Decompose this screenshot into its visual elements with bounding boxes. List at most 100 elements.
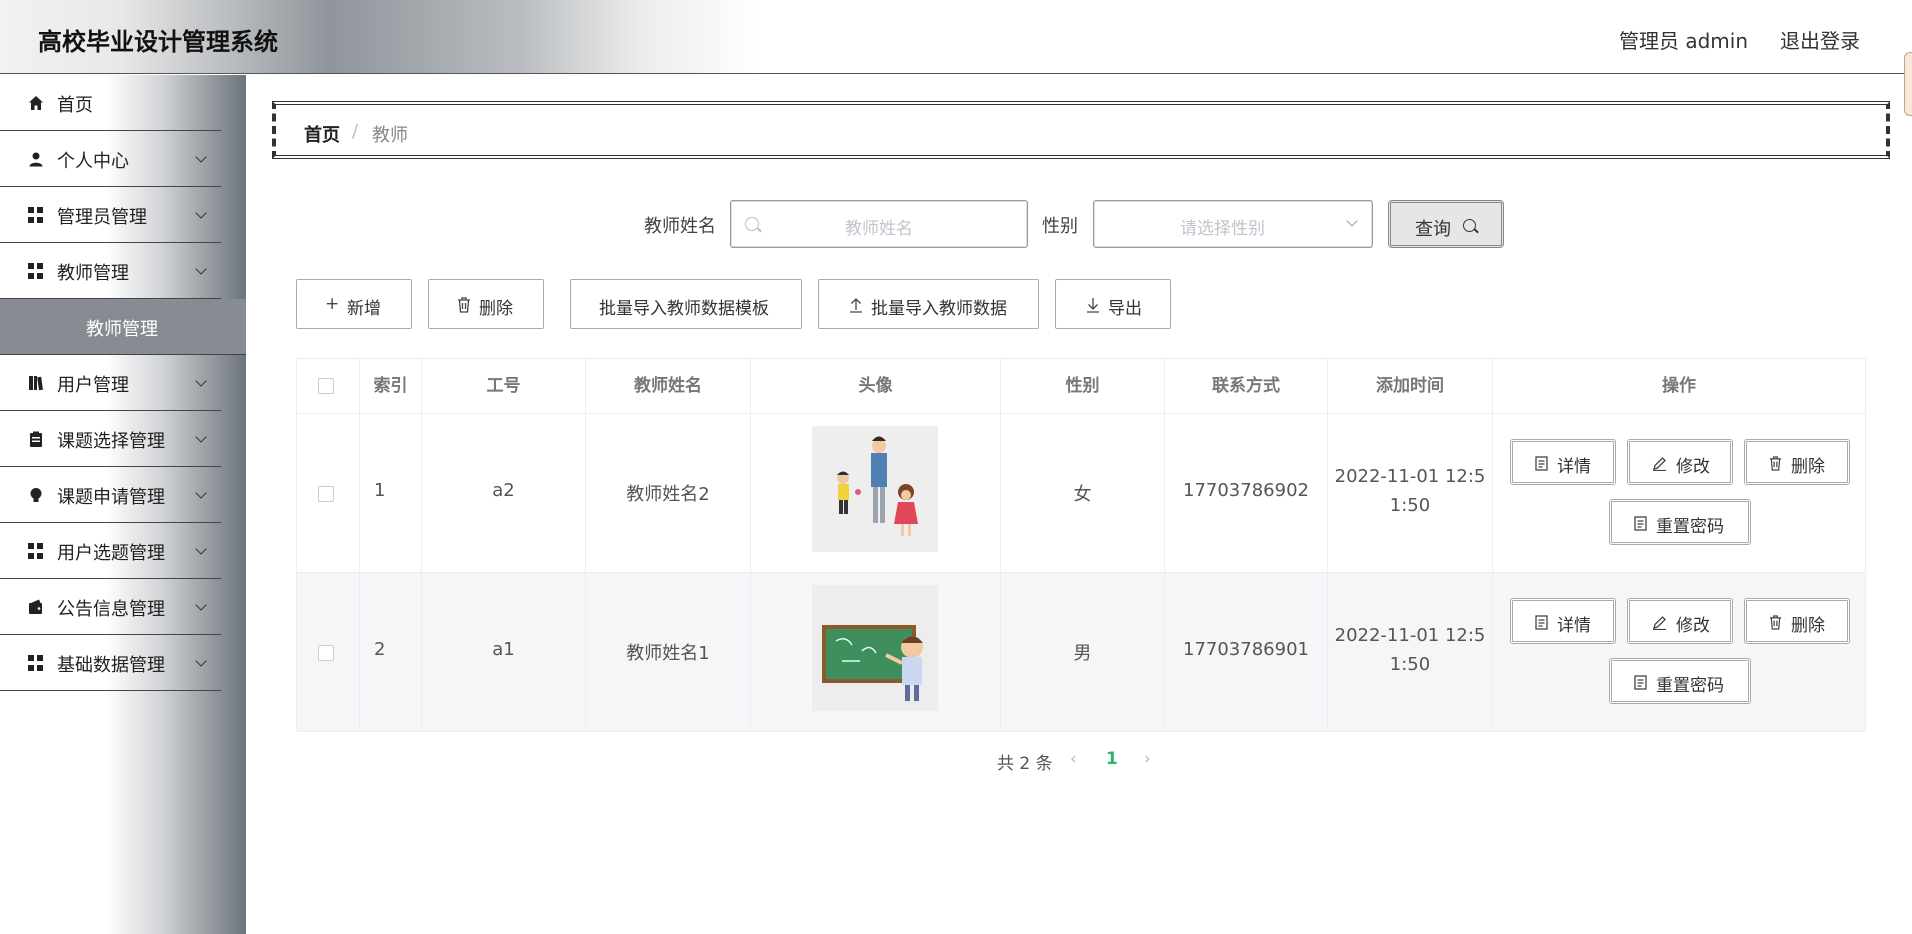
chevron-down-icon bbox=[195, 487, 207, 499]
sidebar-item-base-data[interactable]: 基础数据管理 bbox=[0, 635, 221, 691]
operations-cell: 详情 修改 删除 重置密码 bbox=[1493, 414, 1865, 573]
table-row: 1 a2 教师姓名2 女 17703786902 2022-11-01 12:5… bbox=[297, 414, 1865, 573]
row-checkbox[interactable] bbox=[318, 645, 334, 661]
chevron-down-icon bbox=[195, 431, 207, 443]
job-no-cell: a1 bbox=[422, 573, 586, 732]
prev-page-icon[interactable]: ‹ bbox=[1070, 749, 1077, 769]
gender-select[interactable]: 请选择性别 bbox=[1093, 200, 1373, 248]
gender-value: 男 bbox=[1073, 643, 1092, 664]
sidebar-item-user-topic[interactable]: 用户选题管理 bbox=[0, 523, 221, 579]
row-delete-button[interactable]: 删除 bbox=[1744, 598, 1850, 644]
row-select-cell bbox=[297, 414, 360, 573]
edit-button[interactable]: 修改 bbox=[1627, 598, 1733, 644]
current-user-label: 管理员 admin bbox=[1618, 29, 1748, 53]
sidebar-item-topic-selection[interactable]: 课题选择管理 bbox=[0, 411, 221, 467]
operations-cell: 详情 修改 删除 重置密码 bbox=[1493, 573, 1865, 732]
column-header: 联系方式 bbox=[1165, 359, 1328, 414]
sidebar-item-profile[interactable]: 个人中心 bbox=[0, 131, 221, 187]
index-value: 1 bbox=[374, 480, 386, 501]
batch-import-button[interactable]: 批量导入教师数据 bbox=[818, 279, 1039, 329]
chevron-down-icon bbox=[195, 375, 207, 387]
index-cell: 1 bbox=[360, 414, 422, 573]
job-no-cell: a2 bbox=[422, 414, 586, 573]
breadcrumb: 首页 / 教师 bbox=[272, 101, 1890, 159]
import-template-button-label: 批量导入教师数据模板 bbox=[599, 299, 769, 319]
wallet-icon bbox=[29, 599, 42, 614]
edit-button[interactable]: 修改 bbox=[1627, 439, 1733, 485]
delete-button[interactable]: 删除 bbox=[428, 279, 544, 329]
job-no-value: a2 bbox=[492, 480, 515, 501]
table-header: 索引 工号 教师姓名 头像 性别 联系方式 添加时间 操作 bbox=[297, 359, 1865, 414]
table-row: 2 a1 教师姓名1 男 17703786901 2022-11-01 12:5… bbox=[297, 573, 1865, 732]
sidebar-item-teacher[interactable]: 教师管理 bbox=[0, 243, 221, 299]
reset-password-button[interactable]: 重置密码 bbox=[1609, 658, 1751, 704]
column-header: 工号 bbox=[422, 359, 586, 414]
book-icon bbox=[29, 376, 43, 391]
export-button[interactable]: 导出 bbox=[1055, 279, 1171, 329]
submenu-item-teacher-management[interactable]: 教师管理 bbox=[0, 299, 246, 355]
column-header: 性别 bbox=[1001, 359, 1165, 414]
sidebar-item-label: 课题选择管理 bbox=[57, 431, 165, 452]
query-button[interactable]: 查询 bbox=[1388, 200, 1504, 248]
sidebar-item-label: 公告信息管理 bbox=[57, 599, 165, 620]
teacher-name-input[interactable]: 教师姓名 bbox=[730, 200, 1028, 248]
avatar-cell bbox=[751, 414, 1001, 573]
delete-button-label: 删除 bbox=[479, 299, 513, 319]
row-checkbox[interactable] bbox=[318, 486, 334, 502]
sidebar-item-home[interactable]: 首页 bbox=[0, 75, 221, 131]
gender-cell: 男 bbox=[1001, 573, 1165, 732]
teacher-with-children-image[interactable] bbox=[812, 426, 938, 552]
breadcrumb-separator: / bbox=[352, 121, 359, 142]
edit-button-label: 修改 bbox=[1676, 457, 1710, 477]
sidebar-item-label: 基础数据管理 bbox=[57, 655, 165, 676]
search-icon bbox=[1463, 219, 1476, 232]
chevron-down-icon bbox=[1346, 215, 1358, 227]
reset-password-button[interactable]: 重置密码 bbox=[1609, 499, 1751, 545]
sidebar-item-label: 首页 bbox=[57, 95, 93, 116]
gender-cell: 女 bbox=[1001, 414, 1165, 573]
select-all-cell bbox=[297, 359, 360, 414]
pencil-icon bbox=[1653, 457, 1666, 471]
sidebar-item-users[interactable]: 用户管理 bbox=[0, 355, 221, 411]
document-icon bbox=[1634, 516, 1647, 531]
bulb-icon bbox=[30, 488, 42, 502]
grid-icon bbox=[28, 543, 44, 559]
detail-button[interactable]: 详情 bbox=[1510, 439, 1616, 485]
page-number-current[interactable]: 1 bbox=[1106, 749, 1118, 769]
side-handle[interactable] bbox=[1904, 52, 1912, 116]
phone-value: 17703786902 bbox=[1183, 480, 1309, 501]
row-delete-button[interactable]: 删除 bbox=[1744, 439, 1850, 485]
teacher-name-placeholder: 教师姓名 bbox=[845, 219, 913, 239]
sidebar-item-announcements[interactable]: 公告信息管理 bbox=[0, 579, 221, 635]
index-cell: 2 bbox=[360, 573, 422, 732]
sidebar-menu: 首页 个人中心 管理员管理 教师管理 教师管理 用户管理 课题选择管理 课题申请… bbox=[0, 75, 246, 934]
gender-label: 性别 bbox=[1042, 216, 1078, 237]
import-template-button[interactable]: 批量导入教师数据模板 bbox=[570, 279, 802, 329]
query-button-label: 查询 bbox=[1415, 219, 1451, 240]
logout-link[interactable]: 退出登录 bbox=[1780, 25, 1860, 54]
gender-value: 女 bbox=[1073, 484, 1092, 505]
breadcrumb-home[interactable]: 首页 bbox=[304, 121, 340, 147]
sidebar-item-admin[interactable]: 管理员管理 bbox=[0, 187, 221, 243]
reset-password-button-label: 重置密码 bbox=[1656, 517, 1724, 537]
chevron-down-icon bbox=[195, 599, 207, 611]
sidebar-item-topic-application[interactable]: 课题申请管理 bbox=[0, 467, 221, 523]
detail-button[interactable]: 详情 bbox=[1510, 598, 1616, 644]
detail-button-label: 详情 bbox=[1557, 457, 1591, 477]
add-button[interactable]: + 新增 bbox=[296, 279, 412, 329]
teacher-name-cell: 教师姓名2 bbox=[586, 414, 751, 573]
pencil-icon bbox=[1653, 616, 1666, 630]
time-cell: 2022-11-01 12:5 1:50 bbox=[1328, 414, 1493, 573]
reset-password-button-label: 重置密码 bbox=[1656, 676, 1724, 696]
chevron-down-icon bbox=[195, 543, 207, 555]
column-header: 添加时间 bbox=[1328, 359, 1493, 414]
time-value-line1: 2022-11-01 12:5 bbox=[1334, 466, 1486, 487]
document-icon bbox=[1535, 615, 1548, 630]
pagination-total: 共 2 条 bbox=[997, 754, 1053, 774]
phone-cell: 17703786902 bbox=[1165, 414, 1328, 573]
document-icon bbox=[1634, 675, 1647, 690]
next-page-icon[interactable]: › bbox=[1144, 749, 1151, 769]
select-all-checkbox[interactable] bbox=[318, 378, 334, 394]
teacher-at-blackboard-image[interactable] bbox=[812, 585, 938, 711]
trash-icon bbox=[1769, 615, 1782, 630]
